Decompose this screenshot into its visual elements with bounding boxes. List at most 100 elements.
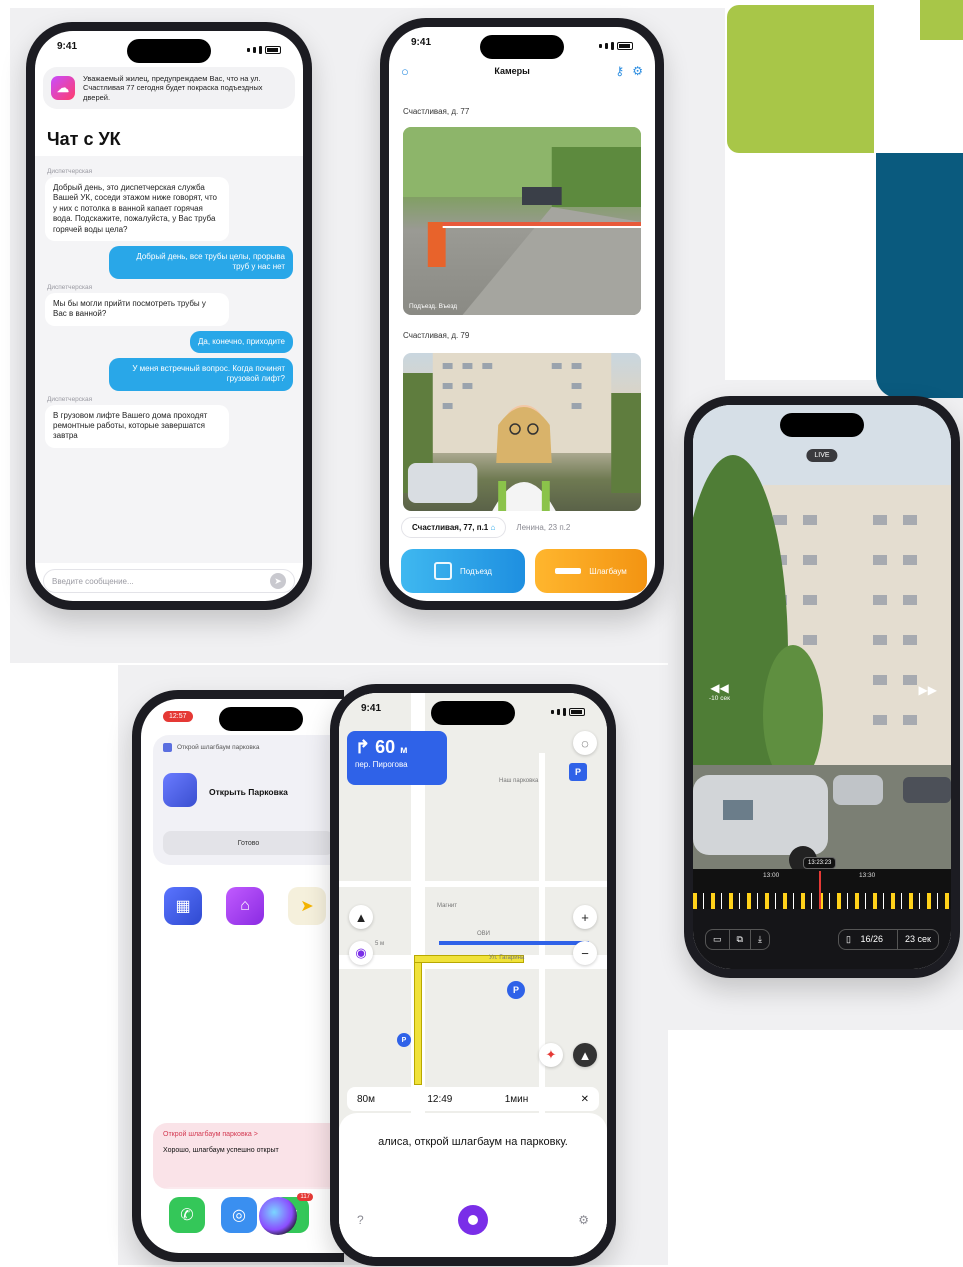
send-icon[interactable]: ➤: [270, 573, 286, 589]
status-icons: [599, 37, 633, 55]
dock: ✆ ◎ ✉117: [155, 1187, 344, 1243]
parking-icon[interactable]: P: [569, 763, 587, 781]
message-bubble-incoming: Добрый день, это диспетчерская служба Ва…: [45, 177, 229, 241]
page-title: Камеры: [494, 66, 530, 76]
tab-address[interactable]: Ленина, 23 п.2: [516, 523, 570, 532]
duration-label[interactable]: 23 сек: [898, 930, 938, 949]
app-label: Умный Дом: [230, 928, 260, 934]
push-notification[interactable]: ☁ Уважаемый жилец, предупреждаем Вас, чт…: [43, 67, 295, 110]
alice-icon[interactable]: ◉: [349, 941, 373, 965]
message-sender: Диспетчерская: [47, 395, 93, 403]
route-line: [414, 955, 422, 1085]
tab-address-selected[interactable]: Счастливая, 77, п.1 ⌂: [401, 516, 507, 538]
location-arrow-icon[interactable]: ▲: [573, 1043, 597, 1067]
camera-preview-intercom[interactable]: [403, 353, 641, 511]
status-time: 12:57: [163, 711, 193, 722]
entrance-button-label: Подъезд: [460, 566, 492, 576]
zoom-out-icon[interactable]: −: [573, 941, 597, 965]
status-time: 9:41: [57, 41, 78, 52]
timeline-ticks: [693, 893, 951, 909]
tab-label: Счастливая, 77, п.1: [412, 522, 489, 532]
safari-icon[interactable]: ◎: [221, 1197, 257, 1233]
app-icon: ☁: [51, 76, 75, 101]
download-icon[interactable]: ⤓: [751, 930, 769, 949]
eta-time: 12:49: [427, 1093, 453, 1105]
notification-badge: 117: [297, 1193, 313, 1201]
gear-icon[interactable]: ⚙: [632, 64, 643, 78]
route-alt-line: [439, 941, 589, 945]
shortcut-title: Открыть Парковка: [209, 787, 288, 797]
dynamic-island: [127, 39, 211, 63]
siri-icon[interactable]: [259, 1197, 297, 1235]
airplay-icon[interactable]: ▭: [706, 929, 730, 949]
alice-voice-button[interactable]: [458, 1205, 488, 1235]
phone-cameras: 9:41 ○ Камеры ⚷ ⚙ Счастливая, д. 77 Подъ…: [380, 18, 664, 610]
timeline-label-right: 13:30: [859, 872, 876, 879]
zoom-in-icon[interactable]: +: [573, 905, 597, 929]
done-button[interactable]: Готово: [163, 831, 334, 855]
refresh-icon[interactable]: ◌: [573, 731, 597, 755]
phone-icon[interactable]: ✆: [169, 1197, 205, 1233]
distance-value: 60: [375, 737, 396, 757]
status-time: 9:41: [361, 703, 382, 714]
compass-icon[interactable]: ✦: [539, 1043, 563, 1067]
gear-icon[interactable]: ⚙: [578, 1213, 589, 1227]
search-icon[interactable]: ○: [401, 64, 409, 79]
cameras-header: ○ Камеры ⚷ ⚙: [401, 61, 643, 81]
turn-distance: ↱ 60 м: [355, 737, 439, 758]
app-smart-home[interactable]: ⌂ Умный Дом: [225, 887, 265, 934]
timeline-cursor[interactable]: [819, 871, 821, 909]
key-icon[interactable]: ⚷: [615, 64, 624, 78]
decorative-blue-block: [876, 153, 963, 398]
calendar-date[interactable]: ▯ 16/26: [839, 929, 899, 949]
dynamic-island: [431, 701, 515, 725]
eta-distance: 80м: [357, 1093, 375, 1105]
map-label: Магнит: [437, 903, 458, 909]
rewind-label: -10 сек: [709, 695, 730, 702]
phone-lock-screen: 12:57 Открой шлагбаум парковка Открыть П…: [132, 690, 344, 1262]
traffic-icon[interactable]: ▲: [349, 905, 373, 929]
map-road: [339, 881, 607, 887]
siri-result-card: Открой шлагбаум парковка > Хорошо, шлагб…: [153, 1123, 344, 1189]
snapshot-icon[interactable]: ⧉: [730, 929, 751, 949]
address-tabs: Счастливая, 77, п.1 ⌂ Ленина, 23 п.2: [389, 512, 655, 542]
live-badge: LIVE: [806, 449, 838, 462]
close-icon[interactable]: ✕: [581, 1094, 589, 1105]
message-bubble-incoming: Мы бы могли прийти посмотреть трубы у Ва…: [45, 292, 229, 326]
playback-controls: ▭ ⧉ ⤓ ▯ 16/26 23 сек: [693, 909, 951, 969]
eta-duration: 1мин: [504, 1093, 529, 1105]
message-bubble-incoming: В грузовом лифте Вашего дома проходят ре…: [45, 404, 229, 448]
home-icon: ⌂: [490, 522, 496, 532]
help-icon[interactable]: ?: [357, 1213, 364, 1227]
signal-icon: [599, 44, 602, 48]
distance-unit: м: [400, 745, 408, 756]
parking-icon[interactable]: P: [507, 981, 525, 999]
entrance-button[interactable]: Подъезд: [401, 549, 525, 593]
siri-response: Хорошо, шлагбаум успешно открыт: [163, 1147, 279, 1154]
timeline[interactable]: 13:00 13:30 13:23:23: [693, 857, 951, 909]
phone-chat: 9:41 ☁ Уважаемый жилец, предупреждаем Ва…: [26, 22, 312, 610]
alice-transcript: алиса, открой шлагбаум на парковку.: [378, 1136, 568, 1148]
timeline-label-left: 13:00: [763, 872, 780, 879]
siri-request-link[interactable]: Открой шлагбаум парковка >: [163, 1131, 334, 1138]
date-label: 16/26: [860, 933, 884, 944]
camera-preview[interactable]: Подъезд. Въезд: [403, 127, 641, 315]
door-icon: [434, 562, 453, 580]
shortcuts-icon: [163, 743, 172, 752]
forward-icon[interactable]: ▶▶: [919, 683, 937, 697]
page-title: Чат с УК: [47, 129, 121, 149]
app-label: Госдомофоны: [164, 928, 202, 934]
app-navigator[interactable]: ➤ Навигатор: [287, 887, 327, 934]
dynamic-island: [480, 35, 564, 59]
message-input[interactable]: Введите сообщение... ➤: [43, 569, 295, 593]
battery-icon: [617, 42, 633, 50]
map-scale: 5 м: [375, 941, 385, 947]
rewind-button[interactable]: ◀◀ -10 сек: [709, 681, 730, 702]
map-label: ОВИ: [477, 931, 490, 937]
app-gosdomofony[interactable]: ▦ Госдомофоны: [163, 887, 203, 934]
barrier-button[interactable]: Шлагбаум: [535, 549, 647, 593]
header-actions: ⚷ ⚙: [615, 64, 643, 78]
message-list: Диспетчерская Добрый день, это диспетчер…: [35, 156, 303, 563]
barrier-scene-image: [403, 127, 641, 315]
parking-icon[interactable]: P: [397, 1033, 411, 1047]
